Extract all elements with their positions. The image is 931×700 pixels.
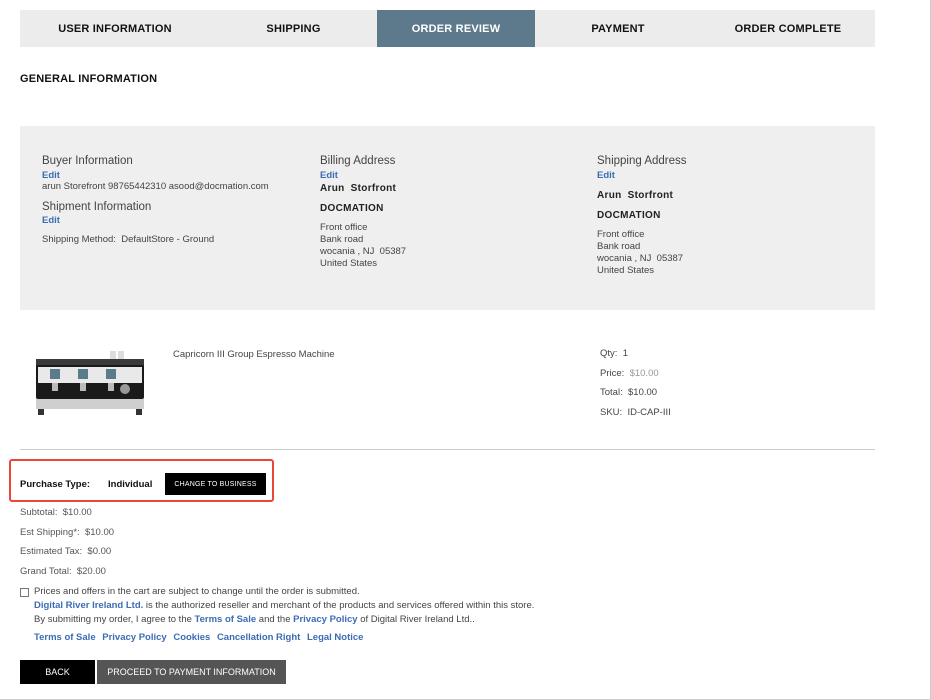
product-qty: Qty: 1 — [600, 348, 671, 368]
shipping-address-column: Shipping Address Edit Arun Storfront DOC… — [597, 155, 687, 277]
billing-address-lines: Front office Bank road wocania , NJ 0538… — [320, 222, 406, 270]
billing-company: DOCMATION — [320, 203, 384, 214]
cancellation-right-link[interactable]: Cancellation Right — [217, 632, 300, 643]
espresso-machine-image — [36, 351, 144, 415]
product-sku: SKU: ID-CAP-III — [600, 407, 671, 427]
subtotal: Subtotal: $10.00 — [20, 507, 92, 518]
terms-line-3: By submitting my order, I agree to the T… — [34, 613, 534, 627]
buyer-column: Buyer Information Edit arun Storefront 9… — [42, 155, 269, 245]
terms-checkbox[interactable] — [20, 588, 29, 597]
terms-line-3-mid: and the — [256, 614, 294, 625]
step-user-information[interactable]: USER INFORMATION — [20, 10, 210, 47]
total-value: $10.00 — [628, 387, 658, 398]
sku-label: SKU: — [600, 406, 623, 418]
legal-links: Terms of Sale Privacy Policy Cookies Can… — [34, 632, 367, 643]
address-line: Bank road — [320, 234, 364, 245]
address-line: Front office — [597, 229, 645, 240]
estimated-tax: Estimated Tax: $0.00 — [20, 546, 112, 557]
step-order-complete[interactable]: ORDER COMPLETE — [701, 10, 875, 47]
terms-text: Prices and offers in the cart are subjec… — [34, 585, 534, 627]
terms-line-1: Prices and offers in the cart are subjec… — [34, 586, 360, 597]
general-info-panel: Buyer Information Edit arun Storefront 9… — [20, 126, 875, 310]
purchase-type-value: Individual — [108, 479, 153, 490]
purchase-type-label: Purchase Type: — [20, 479, 91, 490]
buyer-heading: Buyer Information — [42, 155, 133, 167]
cookies-link[interactable]: Cookies — [173, 632, 210, 643]
billing-column: Billing Address Edit Arun Storfront DOCM… — [320, 155, 406, 270]
price-label: Price: — [600, 367, 625, 379]
divider — [20, 449, 875, 450]
step-shipping[interactable]: SHIPPING — [210, 10, 377, 47]
product-price: Price: $10.00 — [600, 368, 671, 388]
reseller-link[interactable]: Digital River Ireland Ltd. — [34, 600, 143, 611]
est-shipping: Est Shipping*: $10.00 — [20, 526, 115, 538]
address-line: United States — [597, 265, 655, 276]
terms-line-3-pre: By submitting my order, I agree to the — [34, 614, 195, 625]
price-value: $10.00 — [629, 367, 659, 379]
back-button[interactable]: BACK — [20, 660, 95, 684]
address-line: Bank road — [597, 241, 641, 252]
order-totals: Subtotal: $10.00 Est Shipping*: $10.00 E… — [20, 507, 114, 585]
total-label: Total: — [600, 387, 623, 398]
terms-line-3-post: of Digital River Ireland Ltd.. — [357, 614, 475, 625]
shipping-address-company: DOCMATION — [597, 210, 661, 221]
shipping-address-lines: Front office Bank road wocania , NJ 0538… — [597, 229, 687, 277]
shipment-heading: Shipment Information — [42, 201, 152, 213]
address-line: United States — [320, 258, 378, 269]
terms-line-2-text: is the authorized reseller and merchant … — [143, 600, 535, 611]
address-line: wocania , NJ 05387 — [597, 253, 684, 264]
terms-line-2: Digital River Ireland Ltd. is the author… — [34, 599, 534, 613]
product-name: Capricorn III Group Espresso Machine — [173, 349, 335, 360]
buyer-edit-link[interactable]: Edit — [42, 170, 60, 181]
terms-of-sale-inline-link[interactable]: Terms of Sale — [195, 614, 257, 625]
address-line: Front office — [320, 222, 368, 233]
buyer-details: arun Storefront 98765442310 asood@docmat… — [42, 181, 269, 192]
legal-notice-link[interactable]: Legal Notice — [307, 632, 364, 643]
qty-label: Qty: — [600, 348, 618, 359]
shipping-method: Shipping Method: DefaultStore - Ground — [42, 234, 269, 245]
product-meta: Qty: 1 Price: $10.00 Total: $10.00 SKU: … — [600, 348, 671, 426]
section-title: GENERAL INFORMATION — [20, 73, 158, 85]
shipping-method-value: DefaultStore - Ground — [121, 234, 215, 245]
checkout-steps: USER INFORMATION SHIPPING ORDER REVIEW P… — [20, 10, 875, 47]
billing-heading: Billing Address — [320, 155, 396, 167]
billing-name: Arun Storfront — [320, 183, 397, 194]
shipping-method-label: Shipping Method: — [42, 234, 116, 245]
sku-value: ID-CAP-III — [627, 406, 671, 418]
qty-value: 1 — [622, 348, 628, 359]
billing-edit-link[interactable]: Edit — [320, 170, 338, 181]
grand-total: Grand Total: $20.00 — [20, 565, 106, 577]
change-to-business-button[interactable]: CHANGE TO BUSINESS — [165, 473, 266, 495]
privacy-policy-inline-link[interactable]: Privacy Policy — [293, 614, 357, 625]
product-total: Total: $10.00 — [600, 387, 671, 407]
shipping-address-heading: Shipping Address — [597, 155, 687, 167]
privacy-policy-link[interactable]: Privacy Policy — [102, 632, 166, 643]
shipping-address-name: Arun Storfront — [597, 190, 674, 201]
step-order-review[interactable]: ORDER REVIEW — [377, 10, 535, 47]
shipment-edit-link[interactable]: Edit — [42, 215, 60, 226]
step-payment[interactable]: PAYMENT — [535, 10, 701, 47]
shipping-address-edit-link[interactable]: Edit — [597, 170, 615, 181]
proceed-to-payment-button[interactable]: PROCEED TO PAYMENT INFORMATION — [97, 660, 286, 684]
terms-of-sale-link[interactable]: Terms of Sale — [34, 632, 96, 643]
address-line: wocania , NJ 05387 — [320, 246, 407, 257]
